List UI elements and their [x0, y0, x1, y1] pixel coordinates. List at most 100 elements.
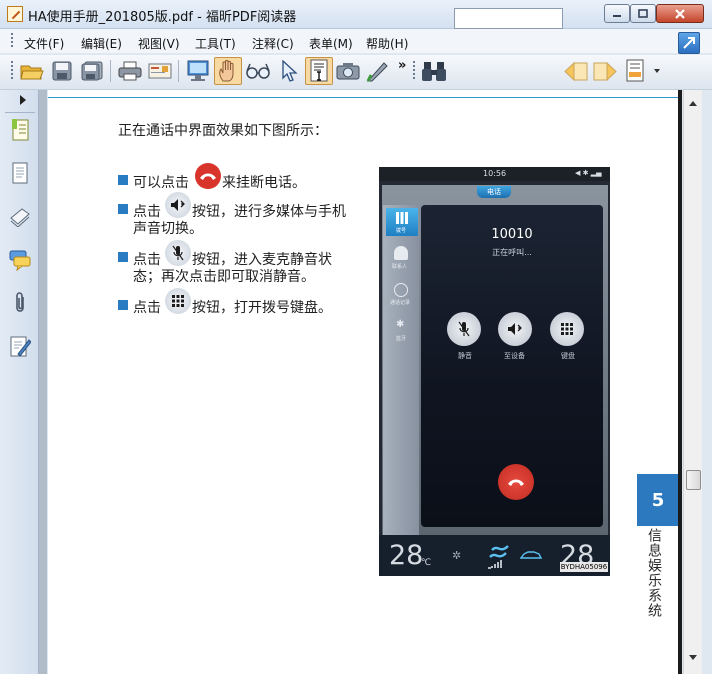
menu-help[interactable]: 帮助(H) — [366, 35, 408, 52]
typewriter-button[interactable] — [365, 58, 391, 84]
search-input[interactable] — [454, 8, 563, 29]
chapter-number-tab: 5 — [637, 474, 679, 526]
phone-button-label: 至设备 — [504, 352, 525, 360]
expand-arrow-icon — [683, 37, 695, 49]
bullet-1-after: 来挂断电话。 — [222, 175, 306, 191]
document-gutter — [39, 90, 47, 674]
menu-tools[interactable]: 工具(T) — [195, 35, 236, 52]
text-select-button[interactable] — [305, 57, 333, 85]
menu-view[interactable]: 视图(V) — [138, 35, 180, 52]
phone-button-label: 键盘 — [561, 352, 575, 360]
speaker-bluetooth-icon — [508, 323, 522, 335]
save-all-button[interactable] — [79, 58, 105, 84]
comments-button[interactable] — [9, 247, 31, 273]
close-button[interactable] — [656, 4, 704, 23]
highlight-menu-button[interactable] — [623, 58, 649, 84]
find-next-button[interactable] — [592, 58, 618, 84]
hangup-icon — [195, 163, 221, 189]
mute-mic-icon — [165, 240, 191, 266]
attachments-button[interactable] — [9, 290, 31, 316]
figure-code: BYDHA05096 — [560, 562, 608, 572]
phone-time: 10:56 — [483, 169, 507, 178]
scroll-up-arrow-icon[interactable] — [689, 101, 697, 106]
chevron-down-icon[interactable] — [654, 69, 660, 73]
keypad-icon — [165, 288, 191, 314]
page-edge — [678, 90, 682, 674]
scroll-thumb[interactable] — [686, 470, 701, 490]
signature-button[interactable] — [9, 333, 31, 359]
minimize-icon — [613, 14, 621, 17]
car-recirculation-icon — [519, 549, 543, 559]
select-button[interactable] — [276, 58, 302, 84]
vertical-scrollbar[interactable] — [683, 90, 702, 674]
bullet-4-after: 按钮，打开拨号键盘。 — [192, 300, 332, 316]
menu-grip[interactable] — [11, 33, 13, 49]
temp-unit: ℃ — [421, 558, 432, 568]
phone-hangup-button — [498, 464, 534, 500]
intro-text: 正在通话中界面效果如下图所示： — [118, 123, 328, 139]
pages-icon — [12, 162, 28, 184]
layers-icon — [10, 208, 30, 227]
email-button[interactable] — [147, 58, 173, 84]
zoom-button[interactable] — [245, 58, 271, 84]
save-all-icon — [81, 61, 103, 81]
menu-file[interactable]: 文件(F) — [24, 35, 64, 52]
comments-icon — [9, 250, 31, 271]
hand-tool-icon — [219, 59, 234, 82]
zoom-glasses-icon — [246, 63, 270, 79]
hand-tool-button[interactable] — [214, 57, 242, 85]
menu-form[interactable]: 表单(M) — [309, 35, 353, 52]
bullet-2-after: 按钮，进行多媒体与手机 — [192, 204, 346, 220]
toolbar-separator — [178, 60, 179, 82]
attachments-icon — [16, 292, 24, 312]
typewriter-icon — [366, 62, 388, 82]
toolbar-overflow[interactable]: » — [398, 58, 406, 73]
toolbar-separator — [110, 60, 111, 82]
history-clock-icon — [394, 283, 408, 297]
find-button[interactable] — [421, 58, 447, 84]
find-binoculars-icon — [422, 62, 446, 81]
phone-tab: 电话 — [477, 186, 511, 198]
phone-mute-button — [447, 312, 481, 346]
bullet-2-line2: 声音切换。 — [133, 221, 203, 237]
save-icon — [52, 61, 72, 81]
phone-sidebar-label: 拨号 — [396, 228, 407, 234]
toolbar-grip[interactable] — [11, 61, 13, 81]
close-icon — [675, 8, 685, 19]
snapshot-button[interactable] — [335, 58, 361, 84]
fullscreen-button[interactable] — [185, 58, 211, 84]
open-button[interactable] — [19, 58, 45, 84]
print-button[interactable] — [117, 58, 143, 84]
bluetooth-icon: ✱ — [396, 319, 405, 330]
menu-edit[interactable]: 编辑(E) — [81, 35, 122, 52]
bullet-marker — [118, 300, 128, 310]
panel-toggle-icon[interactable] — [20, 95, 26, 105]
app-icon — [7, 6, 23, 22]
bullet-marker — [118, 204, 128, 214]
menu-comment[interactable]: 注释(C) — [252, 35, 294, 52]
text-select-icon — [310, 59, 328, 82]
bullet-marker — [118, 252, 128, 262]
find-previous-button[interactable] — [563, 58, 589, 84]
bullet-1-before: 可以点击 — [133, 175, 189, 191]
snapshot-camera-icon — [336, 63, 360, 80]
toolbar-grip[interactable] — [413, 61, 415, 81]
phone-status-icons: ◀ ✱ ▂▄ — [575, 169, 602, 177]
expand-button[interactable] — [678, 32, 700, 54]
fan-icon: ✲ — [452, 549, 462, 562]
call-status: 正在呼叫... — [492, 248, 532, 257]
phone-speaker-button — [498, 312, 532, 346]
layers-button[interactable] — [9, 203, 31, 229]
window-border — [702, 90, 712, 674]
phone-sidebar-label: 联系人 — [392, 264, 408, 270]
pages-button[interactable] — [9, 160, 31, 186]
mute-mic-icon — [458, 321, 470, 337]
maximize-button[interactable] — [630, 4, 656, 23]
fullscreen-icon — [187, 60, 209, 81]
bookmarks-button[interactable] — [9, 117, 31, 143]
scroll-down-arrow-icon[interactable] — [689, 655, 697, 660]
email-icon — [148, 63, 172, 79]
minimize-button[interactable] — [604, 4, 630, 23]
phone-sidebar-label: 通话记录 — [390, 300, 411, 306]
save-button[interactable] — [49, 58, 75, 84]
